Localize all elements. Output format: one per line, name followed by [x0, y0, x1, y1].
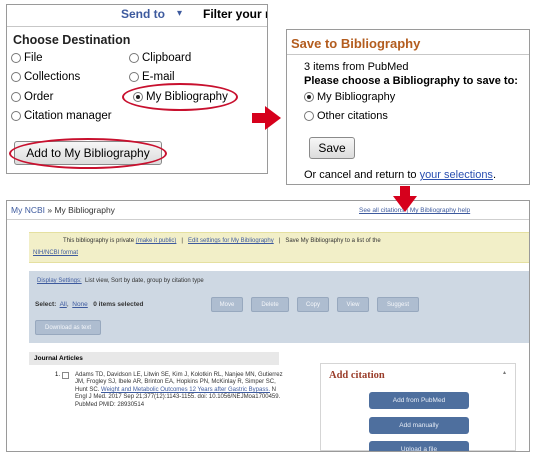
- bibliography-option-other-citations[interactable]: Other citations: [304, 110, 388, 122]
- destination-option-collections[interactable]: Collections: [11, 71, 80, 83]
- radio-icon[interactable]: [11, 53, 21, 63]
- radio-icon[interactable]: [11, 92, 21, 102]
- destination-option-citation-manager[interactable]: Citation manager: [11, 110, 112, 122]
- divider: [287, 54, 529, 55]
- destination-option-order[interactable]: Order: [11, 91, 53, 103]
- destination-option-email[interactable]: E-mail: [129, 71, 175, 83]
- breadcrumb-current: My Bibliography: [54, 205, 115, 215]
- divider: [7, 219, 529, 220]
- items-count: 3 items from PubMed: [304, 61, 409, 73]
- radio-icon[interactable]: [11, 111, 21, 121]
- journal-articles-heading: Journal Articles: [29, 352, 279, 365]
- delete-button[interactable]: Delete: [251, 297, 289, 312]
- display-settings-link[interactable]: Display Settings:: [37, 278, 82, 284]
- radio-icon[interactable]: [129, 72, 139, 82]
- send-to-menu[interactable]: Send to: [121, 7, 165, 21]
- save-to-bibliography-title: Save to Bibliography: [291, 36, 421, 51]
- nih-format-link[interactable]: NIH/NCBI format: [33, 250, 78, 256]
- my-bibliography-page: My NCBI » My Bibliography See all citati…: [6, 200, 530, 452]
- your-selections-link[interactable]: your selections: [420, 169, 493, 181]
- bibliography-option-my-bibliography[interactable]: My Bibliography: [304, 91, 395, 103]
- upload-file-button[interactable]: Upload a file: [369, 441, 469, 451]
- privacy-notice-bar: This bibliography is private (make it pu…: [29, 232, 529, 263]
- suggest-button[interactable]: Suggest: [377, 297, 419, 312]
- destination-option-clipboard[interactable]: Clipboard: [129, 52, 191, 64]
- filter-results-label: Filter your results:: [203, 7, 267, 21]
- entry-number: 1.: [55, 372, 61, 378]
- send-to-panel: Send to ▾ Filter your results: Choose De…: [6, 4, 268, 174]
- divider: [7, 26, 267, 27]
- display-settings: Display Settings: List view, Sort by dat…: [37, 278, 204, 284]
- select-none-link[interactable]: None: [72, 301, 88, 308]
- highlight-ellipse-add-button: [9, 138, 167, 169]
- arrow-shaft: [252, 113, 266, 123]
- save-button[interactable]: Save: [309, 137, 355, 159]
- radio-selected-icon[interactable]: [304, 92, 314, 102]
- highlight-ellipse-my-bibliography: [122, 83, 238, 111]
- edit-settings-link[interactable]: Edit settings for My Bibliography: [188, 238, 274, 244]
- radio-icon[interactable]: [11, 72, 21, 82]
- selected-count: 0 items selected: [93, 301, 144, 308]
- destination-option-file[interactable]: File: [11, 52, 43, 64]
- copy-button[interactable]: Copy: [297, 297, 329, 312]
- save-to-bibliography-panel: Save to Bibliography 3 items from PubMed…: [286, 29, 530, 185]
- add-manually-button[interactable]: Add manually: [369, 417, 469, 434]
- radio-icon[interactable]: [304, 111, 314, 121]
- move-button[interactable]: Move: [211, 297, 243, 312]
- select-controls: Select: All, None 0 items selected: [35, 301, 144, 308]
- add-from-pubmed-button[interactable]: Add from PubMed: [369, 392, 469, 409]
- collapse-icon[interactable]: ▴: [503, 369, 506, 376]
- chevron-down-icon[interactable]: ▾: [177, 8, 182, 19]
- notice-line: This bibliography is private (make it pu…: [63, 238, 381, 244]
- bibliography-toolbar: Display Settings: List view, Sort by dat…: [29, 271, 529, 343]
- entry-checkbox[interactable]: [62, 372, 69, 379]
- breadcrumb-my-ncbi-link[interactable]: My NCBI: [11, 205, 45, 215]
- make-public-link[interactable]: (make it public): [136, 238, 177, 244]
- choose-destination-heading: Choose Destination: [13, 33, 131, 47]
- citation-title-link[interactable]: Weight and Metabolic Outcomes 12 Years a…: [101, 387, 270, 393]
- citation-entry: Adams TD, Davidson LE, Litwin SE, Kim J,…: [75, 372, 285, 409]
- breadcrumb: My NCBI » My Bibliography: [11, 205, 115, 215]
- view-button[interactable]: View: [337, 297, 369, 312]
- select-all-link[interactable]: All: [60, 301, 67, 308]
- download-as-text-button[interactable]: Download as text: [35, 320, 101, 335]
- cancel-line: Or cancel and return to your selections.: [304, 169, 496, 181]
- arrow-right-icon: [265, 106, 281, 130]
- add-citation-title: Add citation: [329, 370, 385, 381]
- add-citation-box: Add citation ▴ Add from PubMed Add manua…: [320, 363, 516, 451]
- save-list-text: Save My Bibliography to a list of the: [285, 238, 381, 244]
- arrow-down-icon: [393, 196, 417, 212]
- choose-bibliography-prompt: Please choose a Bibliography to save to:: [304, 75, 518, 87]
- radio-icon[interactable]: [129, 53, 139, 63]
